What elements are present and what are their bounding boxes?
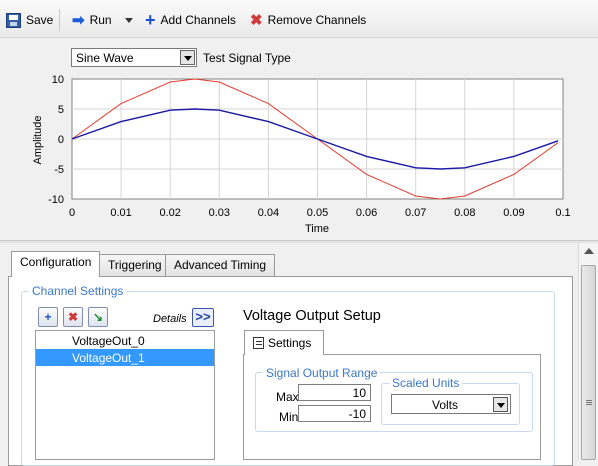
settings-tab-label: Settings <box>268 336 312 350</box>
x-tick-label: 0.04 <box>258 207 279 219</box>
arrow-down-right-icon: ↘ <box>92 310 104 324</box>
add-channel-button[interactable]: + <box>38 307 58 327</box>
y-tick-label: -5 <box>54 164 64 176</box>
x-tick-label: 0.08 <box>454 207 475 219</box>
save-button[interactable]: Save <box>6 10 53 30</box>
floppy-disk-icon <box>6 12 21 28</box>
y-axis-ticks: 10 5 0 -5 -10 <box>48 74 64 206</box>
save-label: Save <box>26 13 54 27</box>
x-tick-label: 0.06 <box>356 207 377 219</box>
plus-icon: + <box>145 10 156 30</box>
run-arrow-icon: ➡ <box>72 12 85 29</box>
x-axis-ticks: 0 0.01 0.02 0.03 0.04 0.05 0.06 0.07 0.08 0.09 0.1 <box>69 207 571 219</box>
scrollbar-thumb[interactable] <box>581 265 596 460</box>
vertical-scrollbar[interactable] <box>578 243 598 460</box>
tab-settings[interactable]: Settings <box>244 330 324 355</box>
y-axis-label: Amplitude <box>32 116 44 165</box>
plus-icon: + <box>44 310 52 324</box>
x-tick-label: 0.05 <box>307 207 328 219</box>
max-input[interactable]: 10 <box>298 384 371 401</box>
run-dropdown-button[interactable] <box>125 10 133 30</box>
run-button[interactable]: ➡ Run <box>72 10 112 30</box>
test-signal-type-select[interactable]: Sine Wave <box>71 48 197 67</box>
add-channels-button[interactable]: + Add Channels <box>145 10 236 30</box>
voltage-output-setup-title: Voltage Output Setup <box>243 308 381 324</box>
remove-channels-button[interactable]: ✖ Remove Channels <box>250 10 366 30</box>
test-signal-type-label: Test Signal Type <box>203 51 291 65</box>
grip-icon <box>586 400 592 401</box>
max-label: Max <box>276 390 299 404</box>
expand-details-button[interactable]: >> <box>192 308 214 327</box>
x-tick-label: 0.01 <box>110 207 131 219</box>
y-tick-label: 10 <box>52 74 64 86</box>
channel-settings-legend: Channel Settings <box>29 284 127 298</box>
dropdown-arrow-icon[interactable] <box>180 50 195 65</box>
x-tick-label: 0.03 <box>209 207 230 219</box>
x-tick-label: 0.1 <box>555 207 570 219</box>
scroll-up-arrow-icon[interactable] <box>584 248 594 254</box>
channel-list-item[interactable]: VoltageOut_0 <box>36 332 214 349</box>
dropdown-arrow-icon[interactable] <box>493 397 508 412</box>
y-tick-label: 5 <box>58 104 64 116</box>
red-x-icon: ✖ <box>250 12 263 29</box>
x-tick-label: 0.07 <box>405 207 426 219</box>
tab-triggering[interactable]: Triggering <box>99 254 171 276</box>
min-label: Min <box>279 410 299 424</box>
toolbar-separator <box>59 9 60 31</box>
x-tick-label: 0.02 <box>159 207 180 219</box>
caret-down-icon <box>125 17 133 23</box>
details-label: Details <box>153 313 187 325</box>
channel-list-item-selected[interactable]: VoltageOut_1 <box>36 349 214 366</box>
x-axis-label: Time <box>305 223 329 235</box>
remove-channels-label: Remove Channels <box>267 13 367 27</box>
x-tick-label: 0 <box>69 207 75 219</box>
rename-channel-button[interactable]: ↘ <box>88 307 108 327</box>
tab-configuration[interactable]: Configuration <box>11 251 101 277</box>
x-tick-label: 0.09 <box>503 207 524 219</box>
channel-list: VoltageOut_0 VoltageOut_1 <box>35 330 215 460</box>
y-tick-label: 0 <box>58 134 64 146</box>
scaled-units-legend: Scaled Units <box>389 376 463 390</box>
test-signal-type-value: Sine Wave <box>76 51 134 65</box>
red-x-icon: ✖ <box>67 310 79 324</box>
toolbar: Save ➡ Run + Add Channels ✖ Remove Chann… <box>0 0 598 38</box>
scaled-units-value: Volts <box>432 398 459 412</box>
min-input[interactable]: -10 <box>298 405 371 422</box>
tab-advanced-timing[interactable]: Advanced Timing <box>165 254 276 276</box>
y-tick-label: -10 <box>48 194 64 206</box>
amplitude-time-chart: 1050-5-10 0 0.01 0.02 0.03 0.04 0.05 0.06 0.07 0… <box>32 74 571 235</box>
add-channels-label: Add Channels <box>160 13 236 27</box>
settings-document-icon <box>253 337 264 349</box>
channel-toolbar: + ✖ ↘ Details >> <box>35 305 215 331</box>
run-label: Run <box>89 13 112 27</box>
scaled-units-select[interactable]: Volts <box>391 394 511 414</box>
signal-output-range-legend: Signal Output Range <box>263 366 381 380</box>
remove-channel-button[interactable]: ✖ <box>63 307 83 327</box>
